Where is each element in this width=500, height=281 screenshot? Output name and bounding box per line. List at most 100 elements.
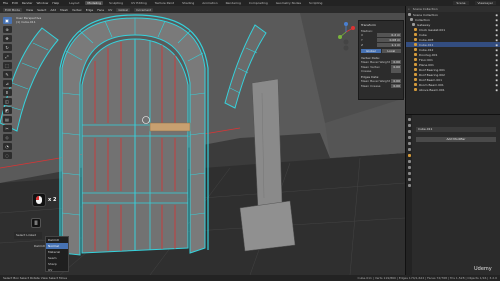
tab-uv-editing[interactable]: UV Editing xyxy=(129,1,149,5)
menu-help[interactable]: Help xyxy=(52,1,59,5)
smooth-tool[interactable]: ◌ xyxy=(2,152,12,159)
door-handle-plank xyxy=(149,122,191,132)
header-menu-vertex[interactable]: Vertex xyxy=(72,8,82,12)
header-menu-view[interactable]: View xyxy=(26,8,33,12)
object-name-field[interactable]: Cube.011 xyxy=(416,127,496,132)
render-tab-icon[interactable] xyxy=(407,124,411,127)
scene-tab-icon[interactable] xyxy=(407,136,411,139)
data-tab-icon[interactable] xyxy=(407,178,411,181)
tab-animation[interactable]: Animation xyxy=(200,1,219,5)
object-type-icon xyxy=(414,88,417,91)
visibility-eye-icon[interactable]: ◉ xyxy=(495,63,498,67)
visibility-eye-icon[interactable]: ◉ xyxy=(495,48,498,52)
scale-tool[interactable]: ⤢ xyxy=(2,53,12,60)
visibility-eye-icon[interactable]: ◉ xyxy=(495,83,498,87)
visibility-eye-icon[interactable]: ◉ xyxy=(495,58,498,62)
z-field[interactable]: 1.1 m xyxy=(377,43,401,47)
tab-sculpting[interactable]: Sculpting xyxy=(107,1,125,5)
visibility-eye-icon[interactable]: ◉ xyxy=(495,53,498,57)
annotate-tool[interactable]: ✎ xyxy=(2,71,12,78)
value-field[interactable]: 0.00 xyxy=(391,79,401,83)
header-menu-select[interactable]: Select xyxy=(37,8,46,12)
visibility-eye-icon[interactable]: ◉ xyxy=(495,28,498,32)
poly-build-tool[interactable]: ◇ xyxy=(2,134,12,141)
object-tab-icon[interactable] xyxy=(407,148,411,151)
space-toggle: Global Local xyxy=(361,48,401,54)
search-icon[interactable]: ⌕ xyxy=(408,7,410,11)
workspace-tabs: Layout Modeling Sculpting UV Editing Tex… xyxy=(67,1,324,5)
local-button[interactable]: Local xyxy=(381,49,401,53)
tab-rendering[interactable]: Rendering xyxy=(224,1,243,5)
bevel-tool[interactable]: ◩ xyxy=(2,107,12,114)
visibility-eye-icon[interactable]: ◉ xyxy=(495,88,498,92)
loop-cut-tool[interactable]: ▤ xyxy=(2,116,12,123)
value-field[interactable]: 0.00 xyxy=(391,84,401,88)
menu-edit[interactable]: Edit xyxy=(12,1,18,5)
status-hints: Select Box Select Rotate View Select Mov… xyxy=(3,276,68,280)
last-operator-panel[interactable]: Select Linked xyxy=(14,232,42,239)
visibility-eye-icon[interactable]: ◉ xyxy=(495,23,498,27)
tab-texture-paint[interactable]: Texture Paint xyxy=(153,1,176,5)
particles-tab-icon[interactable] xyxy=(407,160,411,163)
menu-file[interactable]: File xyxy=(3,1,8,5)
header-menu-edge[interactable]: Edge xyxy=(86,8,94,12)
mean-bevel-row: Mean Bevel Weight 0.00 xyxy=(361,60,401,64)
measure-tool[interactable]: ⊿ xyxy=(2,80,12,87)
output-tab-icon[interactable] xyxy=(407,130,411,133)
tab-geometry-nodes[interactable]: Geometry Nodes xyxy=(274,1,303,5)
modifier-tab-icon[interactable] xyxy=(407,154,411,157)
x-field[interactable]: 0.2 m xyxy=(377,33,401,37)
outliner-item[interactable]: Above Beam.001 ◉ xyxy=(406,87,500,92)
global-button[interactable]: Global xyxy=(361,49,381,53)
field-label: Mean Vertex Crease xyxy=(361,65,380,73)
mouse-click-icon xyxy=(32,193,46,207)
material-tab-icon[interactable] xyxy=(407,184,411,187)
physics-tab-icon[interactable] xyxy=(407,166,411,169)
visibility-eye-icon[interactable]: ◉ xyxy=(495,68,498,72)
tool-tab-icon[interactable] xyxy=(407,118,411,121)
world-tab-icon[interactable] xyxy=(407,142,411,145)
header-menu-mesh[interactable]: Mesh xyxy=(60,8,68,12)
tab-scripting[interactable]: Scripting xyxy=(307,1,324,5)
scene-selector[interactable]: Scene xyxy=(453,1,469,5)
visibility-eye-icon[interactable]: ◉ xyxy=(495,33,498,37)
tab-shading[interactable]: Shading xyxy=(180,1,196,5)
value-field[interactable]: 0.00 xyxy=(391,65,401,73)
snap-selector[interactable]: Increment xyxy=(133,7,154,12)
menu-window[interactable]: Window xyxy=(37,1,49,5)
cursor-tool[interactable]: ⊕ xyxy=(2,26,12,33)
object-type-icon xyxy=(414,68,417,71)
mode-selector[interactable]: Edit Mode xyxy=(3,7,22,12)
move-tool[interactable]: ✥ xyxy=(2,35,12,42)
visibility-eye-icon[interactable]: ◉ xyxy=(495,38,498,42)
visibility-eye-icon[interactable]: ◉ xyxy=(495,78,498,82)
transform-tool[interactable]: ⬚ xyxy=(2,62,12,69)
header-menu-face[interactable]: Face xyxy=(97,8,104,12)
constraints-tab-icon[interactable] xyxy=(407,172,411,175)
navigation-gizmo[interactable] xyxy=(336,22,356,52)
view-layer-selector[interactable]: ViewLayer xyxy=(474,1,496,5)
outliner-search[interactable]: Scene Collection xyxy=(413,7,438,11)
spin-tool[interactable]: ◔ xyxy=(2,143,12,150)
y-field[interactable]: 0.08 m xyxy=(377,38,401,42)
value-field[interactable]: 0.00 xyxy=(391,60,401,64)
outliner-item-label: Roof Beam.001 xyxy=(419,77,442,82)
visibility-eye-icon[interactable]: ◉ xyxy=(495,13,498,17)
header-menu-add[interactable]: Add xyxy=(50,8,56,12)
select-box-tool[interactable]: ▣ xyxy=(2,17,12,24)
tab-modeling[interactable]: Modeling xyxy=(85,1,104,5)
visibility-eye-icon[interactable]: ◉ xyxy=(495,43,498,47)
knife-tool[interactable]: ✂ xyxy=(2,125,12,132)
orientation-selector[interactable]: Global xyxy=(116,7,130,12)
add-modifier-button[interactable]: Add Modifier xyxy=(416,137,496,142)
tab-layout[interactable]: Layout xyxy=(67,1,81,5)
rotate-tool[interactable]: ↻ xyxy=(2,44,12,51)
tab-compositing[interactable]: Compositing xyxy=(247,1,270,5)
menu-render[interactable]: Render xyxy=(22,1,33,5)
option-uv[interactable]: UV xyxy=(46,267,68,273)
header-menu-uv[interactable]: UV xyxy=(108,8,112,12)
visibility-eye-icon[interactable]: ◉ xyxy=(495,18,498,22)
inset-tool[interactable]: ◫ xyxy=(2,98,12,105)
extrude-tool[interactable]: ⬆ xyxy=(2,89,12,96)
visibility-eye-icon[interactable]: ◉ xyxy=(495,73,498,77)
